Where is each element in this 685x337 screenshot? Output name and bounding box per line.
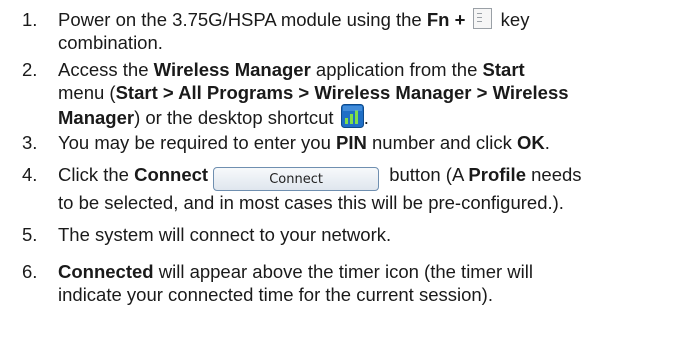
text-span: . [544, 132, 550, 153]
ok-label: OK [517, 132, 545, 153]
text-span: You may be required to enter you [58, 132, 337, 153]
step-number: 1. [22, 9, 38, 30]
step-number: 4. [22, 164, 38, 185]
step-number: 2. [22, 59, 38, 80]
connect-button[interactable]: Connect [213, 167, 380, 191]
connect-label: Connect [134, 164, 209, 185]
text-span: indicate your connected time for the cur… [58, 284, 493, 305]
text-span: ) or the desktop shortcut [134, 107, 339, 128]
text-span: Click the [58, 164, 135, 185]
app-name: Wireless Manager [153, 59, 311, 80]
pin-label: PIN [336, 132, 367, 153]
text-span: menu ( [58, 82, 116, 103]
wireless-manager-icon [340, 104, 364, 128]
step-number: 3. [22, 132, 38, 153]
text-span: Access the [58, 59, 154, 80]
text-span: The system will connect to your network. [58, 224, 392, 245]
step-number: 6. [22, 261, 38, 282]
text-span: number and click [366, 132, 517, 153]
text-span: Power on the 3.75G/HSPA module using the [58, 9, 427, 30]
text-span: application from the [310, 59, 483, 80]
text-span: button (A [384, 164, 469, 185]
step-number: 5. [22, 224, 38, 245]
step-text: Connected will appear above the timer ic… [58, 260, 680, 306]
step-text: Click the Connect Connect button (A Profi… [58, 163, 680, 214]
step-text: The system will connect to your network. [58, 223, 680, 246]
step-text: You may be required to enter you PIN num… [58, 131, 680, 154]
text-span: will appear above the timer icon (the ti… [153, 261, 533, 282]
text-span: needs [526, 164, 582, 185]
profile-label: Profile [468, 164, 526, 185]
text-span: . [363, 107, 369, 128]
menu-path-end: Manager [58, 107, 135, 128]
menu-name: Start [482, 59, 525, 80]
step-text: Power on the 3.75G/HSPA module using the… [58, 8, 680, 54]
text-span: combination. [58, 32, 163, 53]
status-label: Connected [58, 261, 154, 282]
menu-path: Start > All Programs > Wireless Manager … [115, 82, 569, 103]
key-label: Fn + [426, 9, 466, 30]
step-text: Access the Wireless Manager application … [58, 58, 680, 129]
text-span: key [495, 9, 530, 30]
text-span: to be selected, and in most cases this w… [58, 192, 564, 213]
keyboard-key-icon [472, 8, 492, 29]
